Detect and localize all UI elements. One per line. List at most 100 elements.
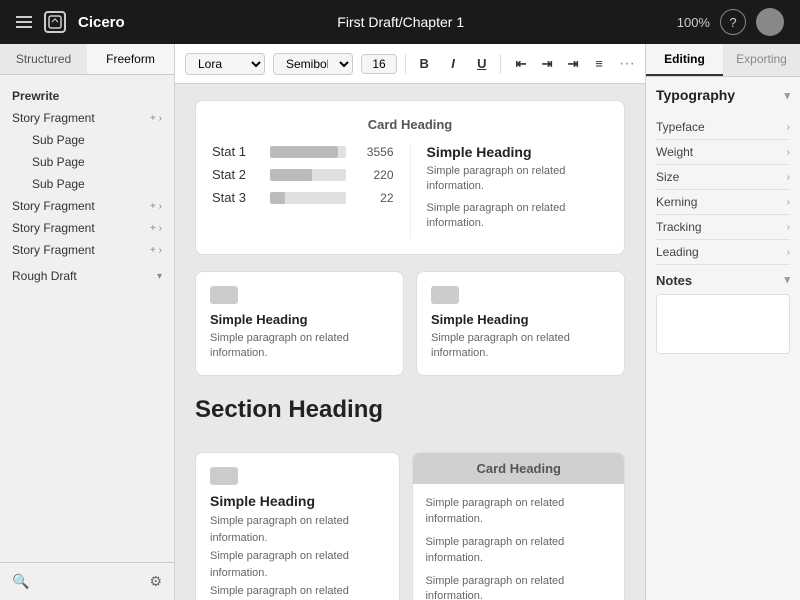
chevron-right-icon-tracking: › [787, 222, 790, 233]
stat-row-1: Stat 1 3556 [212, 144, 394, 159]
font-weight-select[interactable]: Semibold [273, 53, 353, 75]
sidebar-item-story-fragment-4[interactable]: Story Fragment + › [0, 239, 174, 261]
stat-2-value: 220 [354, 168, 394, 182]
bottom-left-para-3: Simple paragraph on related information. [210, 583, 385, 600]
right-row-kerning[interactable]: Kerning › [656, 190, 790, 215]
alignment-group: ⇤ ⇥ ⇥ ≡ [509, 52, 611, 76]
top-navigation: Cicero First Draft/Chapter 1 100% ? [0, 0, 800, 44]
help-button[interactable]: ? [720, 9, 746, 35]
sidebar-item-story-fragment-3[interactable]: Story Fragment + › [0, 217, 174, 239]
main-layout: Structured Freeform Prewrite Story Fragm… [0, 44, 800, 600]
tab-structured[interactable]: Structured [0, 44, 87, 74]
bottom-left-thumb [210, 467, 238, 485]
info-para-2: Simple paragraph on related information. [427, 201, 609, 232]
align-right-button[interactable]: ⇥ [561, 52, 585, 76]
chevron-right-icon-leading: › [787, 247, 790, 258]
right-notes-body[interactable] [656, 294, 790, 354]
font-family-select[interactable]: Lora [185, 53, 265, 75]
info-column: Simple Heading Simple paragraph on relat… [410, 144, 609, 238]
sidebar-item-story-fragment-1[interactable]: Story Fragment + › [0, 107, 174, 129]
stat-3-bar [270, 192, 346, 204]
bottom-right-para-1: Simple paragraph on related information. [425, 496, 612, 527]
stat-1-label: Stat 1 [212, 144, 262, 159]
right-panel: Editing Exporting Typography ▾ Typeface … [645, 44, 800, 600]
right-row-weight[interactable]: Weight › [656, 140, 790, 165]
right-panel-content: Typography ▾ Typeface › Weight › Size › … [646, 77, 800, 600]
chevron-right-icon-typeface: › [787, 122, 790, 133]
app-logo-icon [44, 11, 66, 33]
tab-freeform[interactable]: Freeform [87, 44, 174, 74]
stat-1-bar [270, 146, 346, 158]
hamburger-menu[interactable] [16, 16, 32, 28]
gear-icon[interactable]: ⚙ [149, 573, 162, 590]
stat-2-bar [270, 169, 346, 181]
chevron-right-icon-weight: › [787, 147, 790, 158]
stat-3-label: Stat 3 [212, 190, 262, 205]
bottom-right-card-body: Simple paragraph on related information.… [413, 484, 624, 600]
mini-card-2: Simple Heading Simple paragraph on relat… [416, 271, 625, 377]
sidebar-tabs: Structured Freeform [0, 44, 174, 75]
bottom-right-para-3: Simple paragraph on related information. [425, 574, 612, 600]
bold-button[interactable]: B [414, 52, 435, 76]
bottom-left-heading: Simple Heading [210, 493, 385, 509]
right-row-size[interactable]: Size › [656, 165, 790, 190]
toolbar-divider-2 [500, 54, 501, 74]
mini-card-2-para: Simple paragraph on related information. [431, 331, 610, 362]
zoom-level: 100% [677, 15, 710, 30]
chevron-down-icon-notes: ▾ [784, 273, 790, 288]
align-justify-button[interactable]: ≡ [587, 52, 611, 76]
stats-column: Stat 1 3556 Stat 2 220 Stat 3 22 [212, 144, 394, 238]
nav-left: Cicero [16, 11, 125, 33]
stat-1-value: 3556 [354, 145, 394, 159]
search-icon[interactable]: 🔍 [12, 573, 29, 590]
underline-button[interactable]: U [471, 52, 492, 76]
align-center-button[interactable]: ⇥ [535, 52, 559, 76]
right-panel-tabs: Editing Exporting [646, 44, 800, 77]
font-size-input[interactable] [361, 54, 397, 74]
app-name: Cicero [78, 14, 125, 31]
sidebar-content: Prewrite Story Fragment + › Sub Page Sub… [0, 75, 174, 562]
formatting-toolbar: Lora Semibold B I U ⇤ ⇥ ⇥ ≡ ··· [175, 44, 645, 84]
sidebar-item-sub-page-2[interactable]: Sub Page [0, 151, 174, 173]
sidebar-item-sub-page-1[interactable]: Sub Page [0, 129, 174, 151]
bottom-left-card: Simple Heading Simple paragraph on relat… [195, 452, 400, 600]
toolbar-divider-1 [405, 54, 406, 74]
stat-row-2: Stat 2 220 [212, 167, 394, 182]
card-inner: Stat 1 3556 Stat 2 220 Stat 3 22 [212, 144, 608, 238]
stat-3-value: 22 [354, 191, 394, 205]
sidebar-section-rough-draft[interactable]: Rough Draft ▾ [0, 265, 174, 287]
right-section-typography-title: Typography ▾ [656, 87, 790, 103]
bottom-left-para-1: Simple paragraph on related information. [210, 513, 385, 546]
editor-area: Lora Semibold B I U ⇤ ⇥ ⇥ ≡ ··· Card Hea… [175, 44, 645, 600]
chevron-right-icon-kerning: › [787, 197, 790, 208]
tab-editing[interactable]: Editing [646, 44, 723, 76]
info-heading: Simple Heading [427, 144, 609, 160]
align-left-button[interactable]: ⇤ [509, 52, 533, 76]
mini-card-1: Simple Heading Simple paragraph on relat… [195, 271, 404, 377]
avatar[interactable] [756, 8, 784, 36]
right-notes-section: Notes ▾ [656, 273, 790, 354]
toolbar-more-button[interactable]: ··· [619, 55, 635, 73]
chevron-right-icon-size: › [787, 172, 790, 183]
right-notes-title: Notes ▾ [656, 273, 790, 288]
bottom-right-card: Card Heading Simple paragraph on related… [412, 452, 625, 600]
bottom-right-para-2: Simple paragraph on related information. [425, 535, 612, 566]
chevron-down-icon: ▾ [784, 89, 790, 102]
mini-card-1-para: Simple paragraph on related information. [210, 331, 389, 362]
card-heading-1: Card Heading [212, 117, 608, 132]
stat-2-label: Stat 2 [212, 167, 262, 182]
tab-exporting[interactable]: Exporting [723, 44, 800, 76]
italic-button[interactable]: I [443, 52, 464, 76]
editor-canvas: Card Heading Stat 1 3556 Stat 2 220 [175, 84, 645, 600]
sidebar-item-story-fragment-2[interactable]: Story Fragment + › [0, 195, 174, 217]
mini-card-1-thumb [210, 286, 238, 304]
mini-card-2-thumb [431, 286, 459, 304]
sidebar: Structured Freeform Prewrite Story Fragm… [0, 44, 175, 600]
two-card-row: Simple Heading Simple paragraph on relat… [195, 271, 625, 377]
right-row-tracking[interactable]: Tracking › [656, 215, 790, 240]
right-row-leading[interactable]: Leading › [656, 240, 790, 265]
right-row-typeface[interactable]: Typeface › [656, 115, 790, 140]
bottom-card-row: Simple Heading Simple paragraph on relat… [195, 452, 625, 600]
sidebar-item-sub-page-3[interactable]: Sub Page [0, 173, 174, 195]
info-para-1: Simple paragraph on related information. [427, 164, 609, 195]
